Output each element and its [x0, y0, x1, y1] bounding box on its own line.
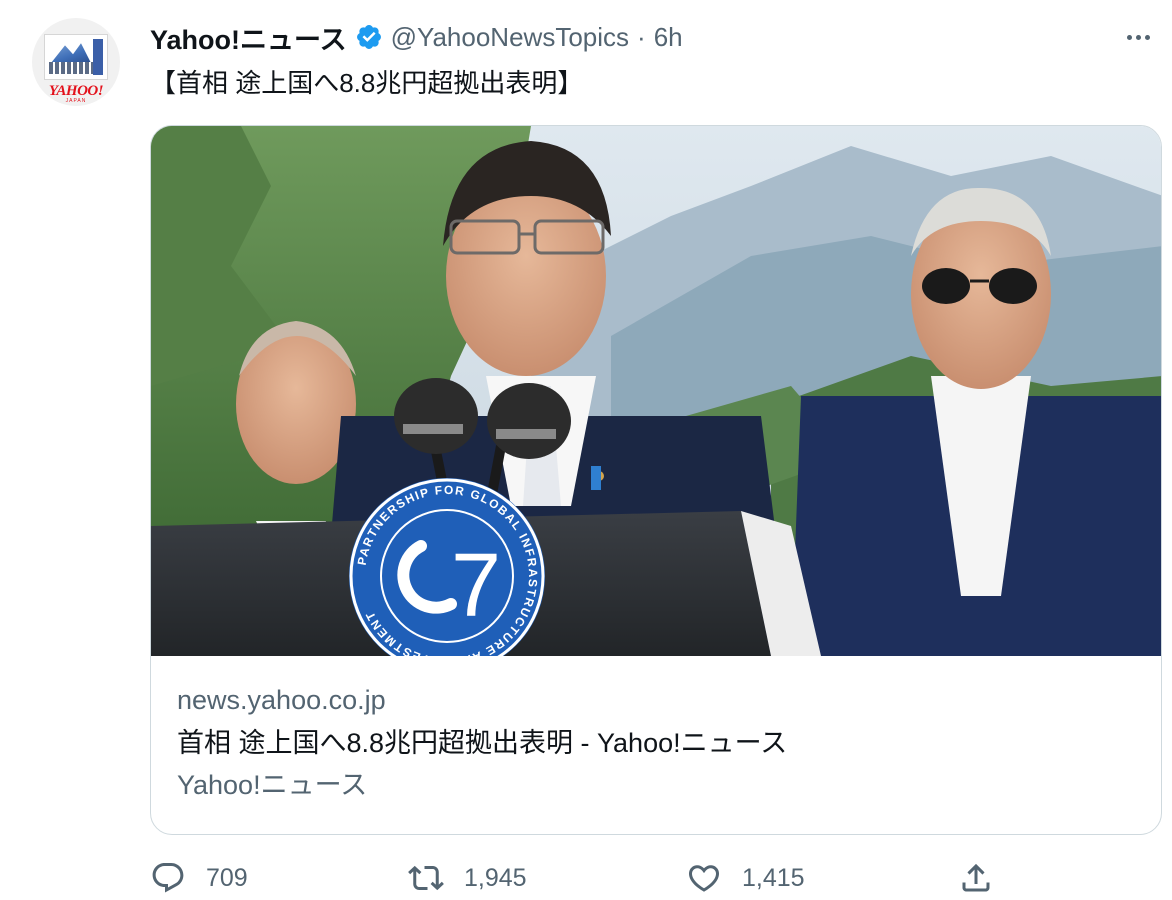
podium-emblem-numeral: 7: [451, 536, 501, 636]
reply-count: 709: [206, 863, 248, 892]
avatar-subtext: JAPAN: [65, 98, 87, 104]
press-conference-photo: 7 PARTNERSHIP FOR GLOBAL INFRASTRUCTURE …: [151, 126, 1161, 656]
like-count: 1,415: [742, 863, 805, 892]
card-domain: news.yahoo.co.jp: [177, 685, 386, 715]
author-handle[interactable]: @YahooNewsTopics: [391, 22, 629, 53]
retweet-count: 1,945: [464, 863, 527, 892]
header-separator: ·: [637, 21, 646, 52]
tweet-actions: 709 1,945 1,415: [150, 856, 1162, 900]
card-title[interactable]: 首相 途上国へ8.8兆円超拠出表明 - Yahoo!ニュース: [177, 724, 1137, 762]
tweet-timestamp[interactable]: 6h: [654, 22, 683, 53]
yahoo-news-logo-icon: [44, 34, 108, 80]
verified-badge-icon: [356, 25, 381, 49]
author-display-name[interactable]: Yahoo!ニュース: [150, 18, 347, 57]
avatar-wordmark: YAHOO!: [48, 83, 104, 99]
like-button[interactable]: 1,415: [686, 856, 805, 900]
tweet-text: 【首相 途上国へ8.8兆円超拠出表明】: [150, 68, 584, 98]
retweet-icon: [408, 865, 444, 891]
share-button[interactable]: [958, 856, 994, 900]
reply-icon: [152, 863, 184, 893]
tweet[interactable]: YAHOO! JAPAN Yahoo!ニュース @YahooNewsTopics…: [0, 0, 1172, 900]
share-icon: [962, 863, 990, 892]
card-image[interactable]: 7 PARTNERSHIP FOR GLOBAL INFRASTRUCTURE …: [151, 126, 1161, 656]
reply-button[interactable]: 709: [150, 856, 248, 900]
author-avatar[interactable]: YAHOO! JAPAN: [32, 18, 120, 106]
card-description: Yahoo!ニュース: [177, 770, 368, 800]
link-card[interactable]: 7 PARTNERSHIP FOR GLOBAL INFRASTRUCTURE …: [150, 125, 1162, 835]
tweet-header: Yahoo!ニュース @YahooNewsTopics · 6h: [150, 18, 683, 56]
more-options-icon[interactable]: [1120, 24, 1156, 50]
heart-icon: [688, 865, 720, 892]
retweet-button[interactable]: 1,945: [408, 856, 527, 900]
card-meta: news.yahoo.co.jp 首相 途上国へ8.8兆円超拠出表明 - Yah…: [177, 682, 1137, 804]
